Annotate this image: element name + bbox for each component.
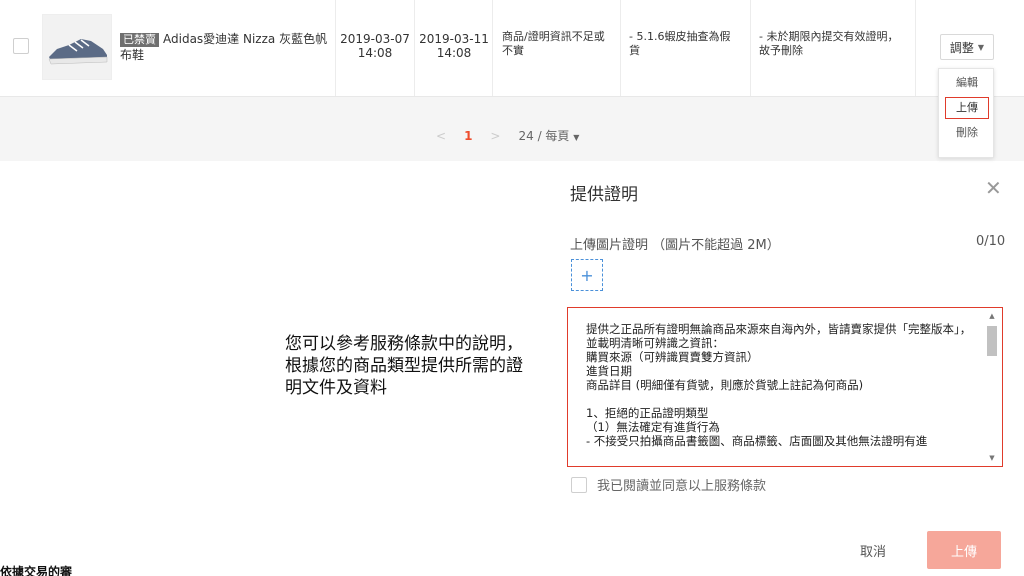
created-date: 2019-03-07 14:08 [340,32,410,60]
scroll-thumb[interactable] [987,326,997,356]
modal-title: 提供證明 [570,185,638,205]
updated-date: 2019-03-11 14:08 [419,32,489,60]
plus-icon: + [580,265,594,285]
caret-down-icon: ▼ [977,42,985,52]
product-name: 已禁賣 Adidas愛迪達 Nizza 灰藍色帆布鞋 [120,31,330,63]
prev-page-icon[interactable]: < [436,129,446,143]
bottom-cut-text: 依據交易的審 [0,565,73,576]
upload-label: 上傳圖片證明 （圖片不能超過 2M） [570,238,780,253]
add-image-button[interactable]: + [571,259,603,291]
terms-box[interactable]: 提供之正品所有證明無論商品來源來自海內外，皆請賣家提供「完整版本」，並載明清晰可… [567,307,1003,467]
sneaker-image [42,14,112,80]
menu-item-edit[interactable]: 編輯 [945,73,989,93]
scroll-up-icon[interactable]: ▲ [986,312,998,320]
adjust-label: 調整 [949,40,974,55]
cancel-button[interactable]: 取消 [848,536,898,564]
banned-badge: 已禁賣 [120,33,159,47]
ban-reason: 商品/證明資訊不足或不實 [502,30,605,57]
upload-button[interactable]: 上傳 [927,531,1001,569]
agree-checkbox[interactable] [571,476,587,493]
next-page-icon[interactable]: > [490,129,500,143]
upload-count: 0/10 [976,234,1006,249]
terms-scrollbar[interactable]: ▲ ▼ [986,312,998,462]
callout-text: 您可以參考服務條款中的說明，根據您的商品類型提供所需的證明文件及資料 [285,334,523,398]
product-row: 已禁賣 Adidas愛迪達 Nizza 灰藍色帆布鞋 2019-03-07 14:… [0,0,1024,97]
terms-text: 提供之正品所有證明無論商品來源來自海內外，皆請賣家提供「完整版本」，並載明清晰可… [586,322,972,448]
ban-note: - 5.1.6蝦皮抽查為假貨 [629,30,731,57]
adjust-menu: 編輯 上傳 刪除 [938,68,994,158]
scroll-down-icon[interactable]: ▼ [986,454,998,462]
pagination: < 1 > 24 / 每頁 ▼ [436,127,579,144]
agree-label: 我已閱讀並同意以上服務條款 [597,479,767,494]
close-icon[interactable]: ✕ [985,178,1002,198]
row-checkbox[interactable] [13,38,29,54]
menu-item-delete[interactable]: 刪除 [945,123,989,143]
page-size-select[interactable]: 24 / 每頁 ▼ [518,127,579,144]
caret-down-icon: ▼ [573,133,580,142]
ban-status: - 未於期限內提交有效證明，故予刪除 [759,30,899,57]
menu-item-upload[interactable]: 上傳 [945,97,989,119]
adjust-dropdown-button[interactable]: 調整 ▼ [940,34,994,60]
agree-row[interactable]: 我已閱讀並同意以上服務條款 [571,475,766,494]
current-page[interactable]: 1 [464,129,472,143]
